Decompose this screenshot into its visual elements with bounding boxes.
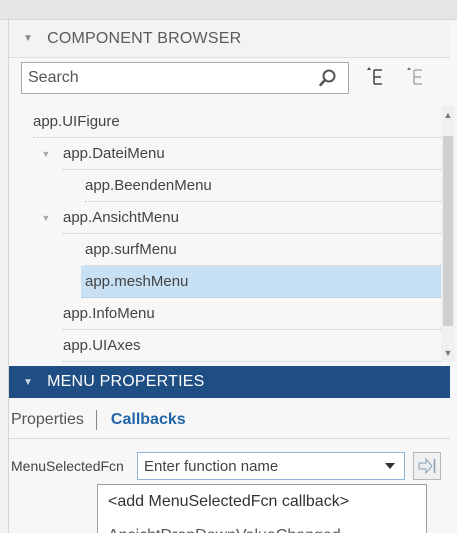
tree-item-label: app.BeendenMenu bbox=[85, 170, 441, 202]
designer-side-panel: ▼ COMPONENT BROWSER app.UIFigure bbox=[8, 20, 457, 533]
tree-item-uifigure[interactable]: app.UIFigure bbox=[21, 106, 441, 138]
function-name-input[interactable] bbox=[138, 454, 368, 478]
tree-item-label: app.UIAxes bbox=[63, 330, 441, 362]
menu-properties-header[interactable]: ▼ MENU PROPERTIES bbox=[9, 366, 450, 398]
callback-field-row: MenuSelectedFcn bbox=[9, 450, 450, 482]
tree-item-dateimenu[interactable]: ▼ app.DateiMenu bbox=[21, 138, 441, 170]
dropdown-option-existing-callback[interactable]: AnsichtDropDownValueChanged bbox=[98, 519, 426, 533]
search-row bbox=[9, 60, 450, 104]
component-browser-header[interactable]: ▼ COMPONENT BROWSER bbox=[9, 20, 450, 58]
tab-properties[interactable]: Properties bbox=[11, 411, 84, 429]
scroll-down-arrow-icon[interactable]: ▼ bbox=[441, 346, 455, 360]
tree-scrollbar[interactable]: ▲ ▼ bbox=[441, 106, 455, 362]
collapse-triangle-icon[interactable]: ▼ bbox=[23, 33, 33, 44]
tabs-divider bbox=[9, 438, 450, 439]
chevron-down-icon[interactable] bbox=[384, 461, 396, 471]
inspector-tabs: Properties Callbacks bbox=[9, 402, 450, 438]
expand-triangle-icon[interactable]: ▼ bbox=[39, 149, 53, 159]
go-to-callback-button[interactable] bbox=[413, 452, 441, 480]
dropdown-option-add-callback[interactable]: <add MenuSelectedFcn callback> bbox=[98, 485, 426, 519]
menuselectedfcn-label: MenuSelectedFcn bbox=[11, 458, 124, 474]
tab-callbacks[interactable]: Callbacks bbox=[111, 411, 186, 429]
component-tree: app.UIFigure ▼ app.DateiMenu app.Beenden… bbox=[21, 106, 441, 362]
tree-item-uiaxes[interactable]: app.UIAxes bbox=[21, 330, 441, 362]
search-input[interactable] bbox=[22, 64, 312, 92]
tree-item-label: app.AnsichtMenu bbox=[63, 202, 441, 234]
tree-item-label: app.InfoMenu bbox=[63, 298, 441, 330]
expand-tree-icon[interactable] bbox=[365, 66, 387, 88]
tree-item-meshmenu[interactable]: app.meshMenu bbox=[21, 266, 441, 298]
tree-item-surfmenu[interactable]: app.surfMenu bbox=[21, 234, 441, 266]
collapse-triangle-icon[interactable]: ▼ bbox=[23, 377, 33, 388]
component-browser-title: COMPONENT BROWSER bbox=[47, 29, 242, 47]
tree-item-label: app.surfMenu bbox=[85, 234, 441, 266]
menu-properties-title: MENU PROPERTIES bbox=[47, 373, 205, 390]
tree-item-beendenmenu[interactable]: app.BeendenMenu bbox=[21, 170, 441, 202]
tab-separator bbox=[95, 410, 97, 430]
tree-item-ansichtmenu[interactable]: ▼ app.AnsichtMenu bbox=[21, 202, 441, 234]
go-to-arrow-icon bbox=[418, 457, 436, 475]
function-dropdown-list: <add MenuSelectedFcn callback> AnsichtDr… bbox=[97, 484, 427, 533]
function-name-combobox[interactable] bbox=[137, 452, 405, 480]
scroll-up-arrow-icon[interactable]: ▲ bbox=[441, 108, 455, 122]
tree-item-label: app.UIFigure bbox=[33, 106, 441, 138]
search-box[interactable] bbox=[21, 62, 349, 94]
tree-item-infomenu[interactable]: app.InfoMenu bbox=[21, 298, 441, 330]
expand-triangle-icon[interactable]: ▼ bbox=[39, 213, 53, 223]
scroll-thumb[interactable] bbox=[443, 136, 453, 326]
search-icon[interactable] bbox=[318, 68, 338, 88]
tree-item-label: app.meshMenu bbox=[81, 266, 441, 298]
tree-item-label: app.DateiMenu bbox=[63, 138, 441, 170]
collapse-tree-icon[interactable] bbox=[405, 66, 427, 88]
top-strip bbox=[0, 0, 457, 20]
